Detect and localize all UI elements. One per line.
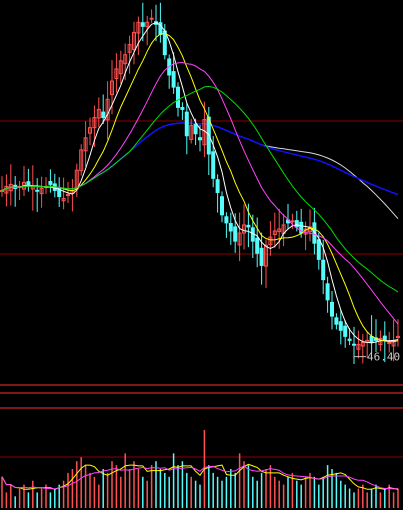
candle-body — [101, 111, 106, 119]
candle-body — [228, 223, 233, 232]
candle-body — [352, 343, 356, 346]
candle-body — [193, 123, 198, 135]
low-price-label: 46.40 — [367, 351, 400, 364]
candle-body — [321, 259, 326, 281]
candle-body — [35, 189, 40, 192]
ma30-line — [1, 85, 399, 293]
candle-body — [215, 179, 220, 193]
candle-body — [369, 336, 374, 343]
candle-body — [176, 86, 180, 108]
candle-body — [387, 341, 392, 344]
candle-body — [330, 301, 334, 317]
candle-body — [66, 194, 70, 197]
candle-body — [325, 283, 330, 301]
candle-body — [26, 181, 31, 185]
candle-body — [347, 338, 352, 341]
candle-body — [180, 107, 185, 110]
candle-body — [224, 216, 229, 224]
candle-body — [338, 321, 343, 331]
candle-body — [48, 181, 53, 185]
candle-body — [220, 196, 224, 216]
candle-body — [0, 189, 4, 192]
chart-canvas: 46.40 — [0, 2, 403, 508]
candle-body — [184, 111, 189, 137]
candle-body — [343, 325, 348, 337]
candle-body — [334, 317, 339, 325]
ma20-line — [1, 61, 399, 325]
candle-body — [259, 247, 264, 266]
candle-body — [140, 22, 145, 27]
candle-body — [246, 224, 251, 228]
annotation-layer: 46.40 — [354, 351, 400, 364]
candle-body — [233, 226, 238, 242]
candle-body — [211, 151, 216, 179]
candle-body — [198, 137, 202, 141]
candle-body — [149, 17, 154, 20]
ma5-line — [1, 22, 399, 344]
candle-body — [290, 220, 295, 223]
candle-body — [255, 237, 260, 254]
candle-layer — [0, 2, 400, 365]
volume-layer — [1, 430, 399, 508]
candle-body — [382, 335, 387, 341]
candle-body — [162, 30, 167, 56]
stock-chart: 46.40 — [0, 0, 403, 510]
candle-body — [171, 71, 176, 88]
candle-body — [316, 239, 321, 260]
ma-short-layer — [1, 22, 399, 344]
candle-body — [294, 220, 299, 228]
